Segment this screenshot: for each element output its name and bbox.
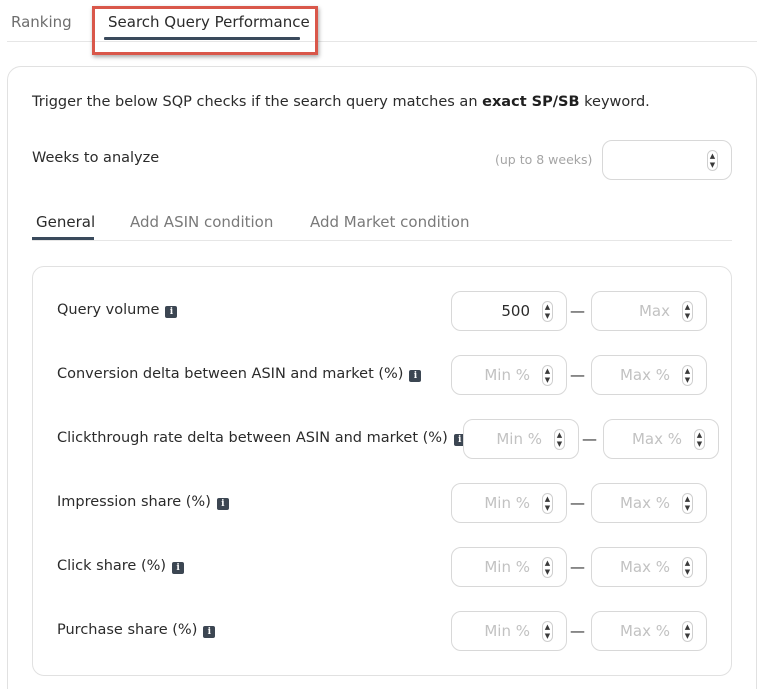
min-value: 500 (501, 302, 530, 320)
subtab-add-asin-condition[interactable]: Add ASIN condition (130, 213, 273, 231)
row-label-text: Clickthrough rate delta between ASIN and… (57, 430, 448, 446)
weeks-to-analyze-label: Weeks to analyze (32, 150, 160, 166)
max-stepper[interactable]: ▲ ▼ (682, 557, 693, 578)
info-icon[interactable]: i (172, 562, 185, 574)
clickthrough-delta-label: Clickthrough rate delta between ASIN and… (57, 430, 466, 446)
max-placeholder: Max (638, 302, 670, 320)
conversion-delta-max-input[interactable]: Max % ▲ ▼ (591, 355, 707, 395)
intro-text-pre: Trigger the below SQP checks if the sear… (32, 94, 483, 110)
min-placeholder: Min % (484, 622, 530, 640)
max-stepper[interactable]: ▲ ▼ (694, 429, 705, 450)
impression-share-max-input[interactable]: Max % ▲ ▼ (591, 483, 707, 523)
min-stepper[interactable]: ▲ ▼ (542, 557, 553, 578)
row-label-text: Click share (%) (57, 558, 167, 574)
query-volume-min-input[interactable]: 500 ▲ ▼ (451, 291, 567, 331)
intro-text-post: keyword. (579, 94, 650, 110)
min-stepper[interactable]: ▲ ▼ (542, 301, 553, 322)
min-stepper[interactable]: ▲ ▼ (542, 621, 553, 642)
info-icon[interactable]: i (165, 306, 178, 318)
click-share-label: Click share (%) i (57, 558, 185, 574)
click-share-min-input[interactable]: Min % ▲ ▼ (451, 547, 567, 587)
tab-ranking[interactable]: Ranking (11, 13, 72, 31)
row-label-text: Purchase share (%) (57, 622, 198, 638)
max-stepper[interactable]: ▲ ▼ (682, 621, 693, 642)
stepper-down-icon[interactable]: ▼ (543, 567, 552, 577)
stepper-down-icon[interactable]: ▼ (708, 160, 717, 170)
min-stepper[interactable]: ▲ ▼ (554, 429, 565, 450)
min-placeholder: Min % (484, 494, 530, 512)
max-placeholder: Max % (631, 430, 682, 448)
stepper-down-icon[interactable]: ▼ (543, 631, 552, 641)
click-share-max-input[interactable]: Max % ▲ ▼ (591, 547, 707, 587)
tab-bar-divider (7, 41, 757, 42)
subtab-add-market-condition[interactable]: Add Market condition (310, 213, 470, 231)
query-volume-label: Query volume i (57, 302, 178, 318)
range-dash: — (570, 622, 585, 640)
conversion-delta-label: Conversion delta between ASIN and market… (57, 366, 422, 382)
max-placeholder: Max % (619, 622, 670, 640)
min-stepper[interactable]: ▲ ▼ (542, 365, 553, 386)
weeks-to-analyze-input[interactable]: ▲ ▼ (602, 140, 732, 180)
row-label-text: Query volume (57, 302, 160, 318)
info-icon[interactable]: i (216, 498, 229, 510)
tab-search-query-performance[interactable]: Search Query Performance (108, 13, 310, 31)
max-placeholder: Max % (619, 494, 670, 512)
active-subtab-indicator (32, 237, 94, 240)
intro-text: Trigger the below SQP checks if the sear… (32, 94, 650, 110)
max-stepper[interactable]: ▲ ▼ (682, 365, 693, 386)
subtab-general[interactable]: General (36, 213, 95, 231)
max-placeholder: Max % (619, 558, 670, 576)
min-placeholder: Min % (484, 366, 530, 384)
purchase-share-min-input[interactable]: Min % ▲ ▼ (451, 611, 567, 651)
stepper-down-icon[interactable]: ▼ (543, 375, 552, 385)
stepper-down-icon[interactable]: ▼ (683, 631, 692, 641)
max-stepper[interactable]: ▲ ▼ (682, 493, 693, 514)
stepper-down-icon[interactable]: ▼ (695, 439, 704, 449)
query-volume-max-input[interactable]: Max ▲ ▼ (591, 291, 707, 331)
impression-share-min-input[interactable]: Min % ▲ ▼ (451, 483, 567, 523)
info-icon[interactable]: i (203, 626, 216, 638)
active-tab-indicator (104, 37, 300, 40)
max-stepper[interactable]: ▲ ▼ (682, 301, 693, 322)
min-stepper[interactable]: ▲ ▼ (542, 493, 553, 514)
range-dash: — (570, 494, 585, 512)
subtab-divider (32, 240, 732, 241)
stepper-down-icon[interactable]: ▼ (683, 567, 692, 577)
row-label-text: Impression share (%) (57, 494, 211, 510)
min-placeholder: Min % (484, 558, 530, 576)
range-dash: — (570, 558, 585, 576)
intro-text-bold: exact SP/SB (482, 94, 580, 110)
info-icon[interactable]: i (409, 370, 422, 382)
weeks-hint: (up to 8 weeks) (495, 152, 593, 167)
stepper-down-icon[interactable]: ▼ (683, 503, 692, 513)
stepper-down-icon[interactable]: ▼ (543, 311, 552, 321)
range-dash: — (570, 302, 585, 320)
top-tab-bar: Ranking Search Query Performance (0, 0, 771, 42)
stepper-down-icon[interactable]: ▼ (555, 439, 564, 449)
impression-share-label: Impression share (%) i (57, 494, 229, 510)
stepper-down-icon[interactable]: ▼ (543, 503, 552, 513)
purchase-share-max-input[interactable]: Max % ▲ ▼ (591, 611, 707, 651)
stepper-down-icon[interactable]: ▼ (683, 311, 692, 321)
stepper-down-icon[interactable]: ▼ (683, 375, 692, 385)
range-dash: — (570, 366, 585, 384)
purchase-share-label: Purchase share (%) i (57, 622, 216, 638)
min-placeholder: Min % (496, 430, 542, 448)
row-label-text: Conversion delta between ASIN and market… (57, 366, 404, 382)
max-placeholder: Max % (619, 366, 670, 384)
range-dash: — (582, 430, 597, 448)
weeks-stepper[interactable]: ▲ ▼ (707, 150, 718, 171)
clickthrough-delta-max-input[interactable]: Max % ▲ ▼ (603, 419, 719, 459)
conversion-delta-min-input[interactable]: Min % ▲ ▼ (451, 355, 567, 395)
clickthrough-delta-min-input[interactable]: Min % ▲ ▼ (463, 419, 579, 459)
